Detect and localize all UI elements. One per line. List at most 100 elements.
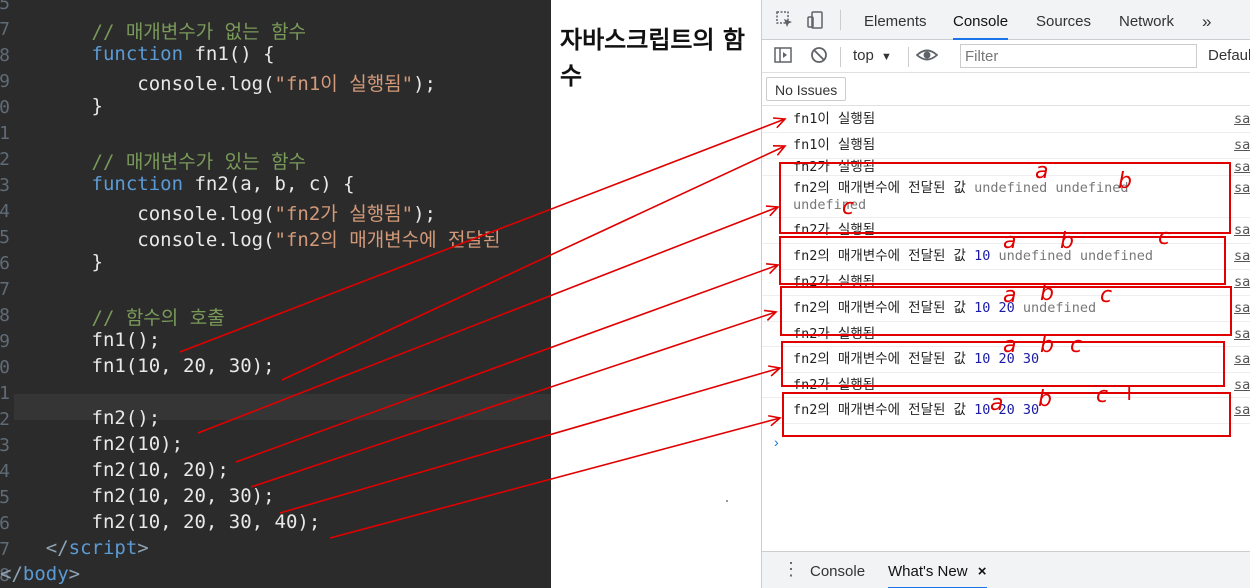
console-message: fn2의 매개변수에 전달된 값 undefined undefined und…: [762, 176, 1250, 218]
source-link[interactable]: sar: [1234, 137, 1250, 154]
code-token: console.log(: [0, 229, 275, 251]
console-message-text: fn2의 매개변수에 전달된 값 10 20 undefined: [793, 300, 1193, 317]
undefined-value: undefined: [793, 197, 867, 213]
drawer-tab-whats-new[interactable]: What's New ×: [888, 552, 987, 588]
code-line: fn1();: [0, 329, 161, 355]
tabbar-divider: [840, 10, 841, 30]
code-token: fn2(a, b, c) {: [183, 173, 355, 195]
message-label: fn2가 실행됨: [793, 222, 876, 238]
line-number: 5: [0, 0, 10, 14]
undefined-value: undefined: [1022, 300, 1097, 316]
code-token: // 매개변수가 없는 함수: [0, 21, 307, 43]
console-message: fn2의 매개변수에 전달된 값 10 20 30 sar: [762, 347, 1250, 373]
source-link[interactable]: sar: [1234, 222, 1250, 239]
source-link[interactable]: sar: [1234, 111, 1250, 128]
inspect-element-icon[interactable]: [774, 10, 796, 32]
console-message-text: fn2가 실행됨: [793, 274, 1193, 291]
issues-row: No Issues: [762, 73, 1250, 106]
code-token: );: [413, 203, 436, 225]
console-message: fn2가 실행됨 sar: [762, 322, 1250, 347]
tab-sources[interactable]: Sources: [1036, 0, 1091, 40]
undefined-value: undefined: [1055, 180, 1129, 196]
source-link[interactable]: sar: [1234, 300, 1250, 317]
no-issues-button[interactable]: No Issues: [766, 77, 847, 101]
undefined-value: undefined: [998, 248, 1072, 264]
console-message-text: fn2가 실행됨: [793, 222, 1193, 239]
code-token: console.log(: [0, 73, 275, 95]
number-value: 10: [974, 402, 991, 418]
source-link[interactable]: sar: [1234, 326, 1250, 343]
sidebar-toggle-icon[interactable]: [772, 45, 794, 67]
source-link[interactable]: sar: [1234, 274, 1250, 291]
code-line: console.log("fn2가 실행됨");: [0, 199, 436, 225]
context-selector[interactable]: top ▼: [853, 47, 892, 64]
code-line: // 함수의 호출: [0, 303, 225, 329]
code-token: fn2(10);: [0, 433, 184, 455]
code-token: script: [68, 537, 138, 559]
number-value: 30: [1022, 402, 1040, 418]
code-line: function fn2(a, b, c) {: [0, 173, 355, 199]
console-message: fn2의 매개변수에 전달된 값 10 undefined undefined s…: [762, 244, 1250, 270]
console-message-text: fn2의 매개변수에 전달된 값 undefined undefined und…: [793, 180, 1193, 214]
undefined-value: undefined: [1079, 248, 1153, 264]
drawer-menu-icon[interactable]: ⋮: [782, 560, 800, 578]
message-label: fn2의 매개변수에 전달된 값: [793, 300, 966, 316]
tab-console[interactable]: Console: [953, 0, 1009, 40]
code-line: fn2(10, 20, 30, 40);: [0, 511, 321, 537]
source-link[interactable]: sar: [1234, 159, 1250, 176]
console-message-text: fn1이 실행됨: [793, 137, 1193, 154]
code-token: >: [137, 537, 149, 559]
code-line: fn2(10, 20, 30);: [0, 485, 275, 511]
live-expression-eye-icon[interactable]: [915, 45, 939, 67]
console-message-text: fn2가 실행됨: [793, 159, 1193, 176]
console-output[interactable]: fn1이 실행됨sarfn1이 실행됨sarfn2가 실행됨sarfn2의 매개…: [762, 107, 1250, 551]
code-token: "fn2의 매개변수에 전달된: [274, 229, 501, 251]
line-number: 7: [0, 279, 10, 300]
code-token: fn2(10, 20, 30, 40);: [0, 511, 321, 533]
code-line: </body>: [0, 563, 80, 588]
code-token: // 매개변수가 있는 함수: [0, 151, 307, 173]
number-value: 10: [974, 351, 991, 367]
code-token: }: [0, 251, 103, 273]
code-token: fn1() {: [183, 43, 275, 65]
tab-network[interactable]: Network: [1119, 0, 1174, 40]
devtools-panel[interactable]: Elements Console Sources Network » top ▼…: [761, 0, 1250, 588]
code-line: function fn1() {: [0, 43, 275, 69]
source-link[interactable]: sar: [1234, 402, 1250, 419]
code-token: );: [413, 73, 436, 95]
code-line: fn2(10);: [0, 433, 184, 459]
drawer-tab-console[interactable]: Console: [810, 552, 865, 588]
console-prompt[interactable]: ›: [774, 434, 779, 450]
code-line: console.log("fn2의 매개변수에 전달된: [0, 225, 501, 251]
code-line: // 매개변수가 없는 함수: [0, 17, 307, 43]
filter-input[interactable]: [960, 44, 1197, 68]
code-token: fn2(10, 20, 30);: [0, 485, 275, 507]
message-label: fn2가 실행됨: [793, 377, 876, 393]
source-link[interactable]: sar: [1234, 351, 1250, 368]
console-message: fn2가 실행됨 sar: [762, 159, 1250, 176]
source-link[interactable]: sar: [1234, 248, 1250, 265]
console-message-text: fn1이 실행됨: [793, 111, 1193, 128]
source-link[interactable]: sar: [1234, 180, 1250, 197]
clear-console-icon[interactable]: [808, 45, 830, 67]
code-token: fn1(10, 20, 30);: [0, 355, 275, 377]
message-label: fn2가 실행됨: [793, 326, 876, 342]
number-value: 10: [974, 300, 991, 316]
line-number: 1: [0, 383, 10, 404]
stray-dot: [726, 500, 728, 502]
code-editor[interactable]: 57890123456789012345678 // 매개변수가 없는 함수 f…: [0, 0, 551, 588]
source-link[interactable]: sar: [1234, 377, 1250, 394]
device-toolbar-icon[interactable]: [805, 10, 827, 32]
console-message: fn1이 실행됨 sar: [762, 107, 1250, 133]
more-tabs-button[interactable]: »: [1202, 0, 1211, 40]
log-levels-dropdown[interactable]: Defaul: [1208, 47, 1250, 64]
console-message-text: fn2가 실행됨: [793, 377, 1193, 394]
tab-elements[interactable]: Elements: [864, 0, 927, 40]
close-icon[interactable]: ×: [978, 563, 987, 580]
code-token: body: [22, 563, 69, 585]
console-message-text: fn2의 매개변수에 전달된 값 10 20 30: [793, 351, 1193, 368]
message-label: fn1이 실행됨: [793, 111, 876, 127]
rendered-page: 자바스크립트의 함수: [551, 0, 761, 588]
console-message-text: fn2의 매개변수에 전달된 값 10 undefined undefined: [793, 248, 1193, 265]
